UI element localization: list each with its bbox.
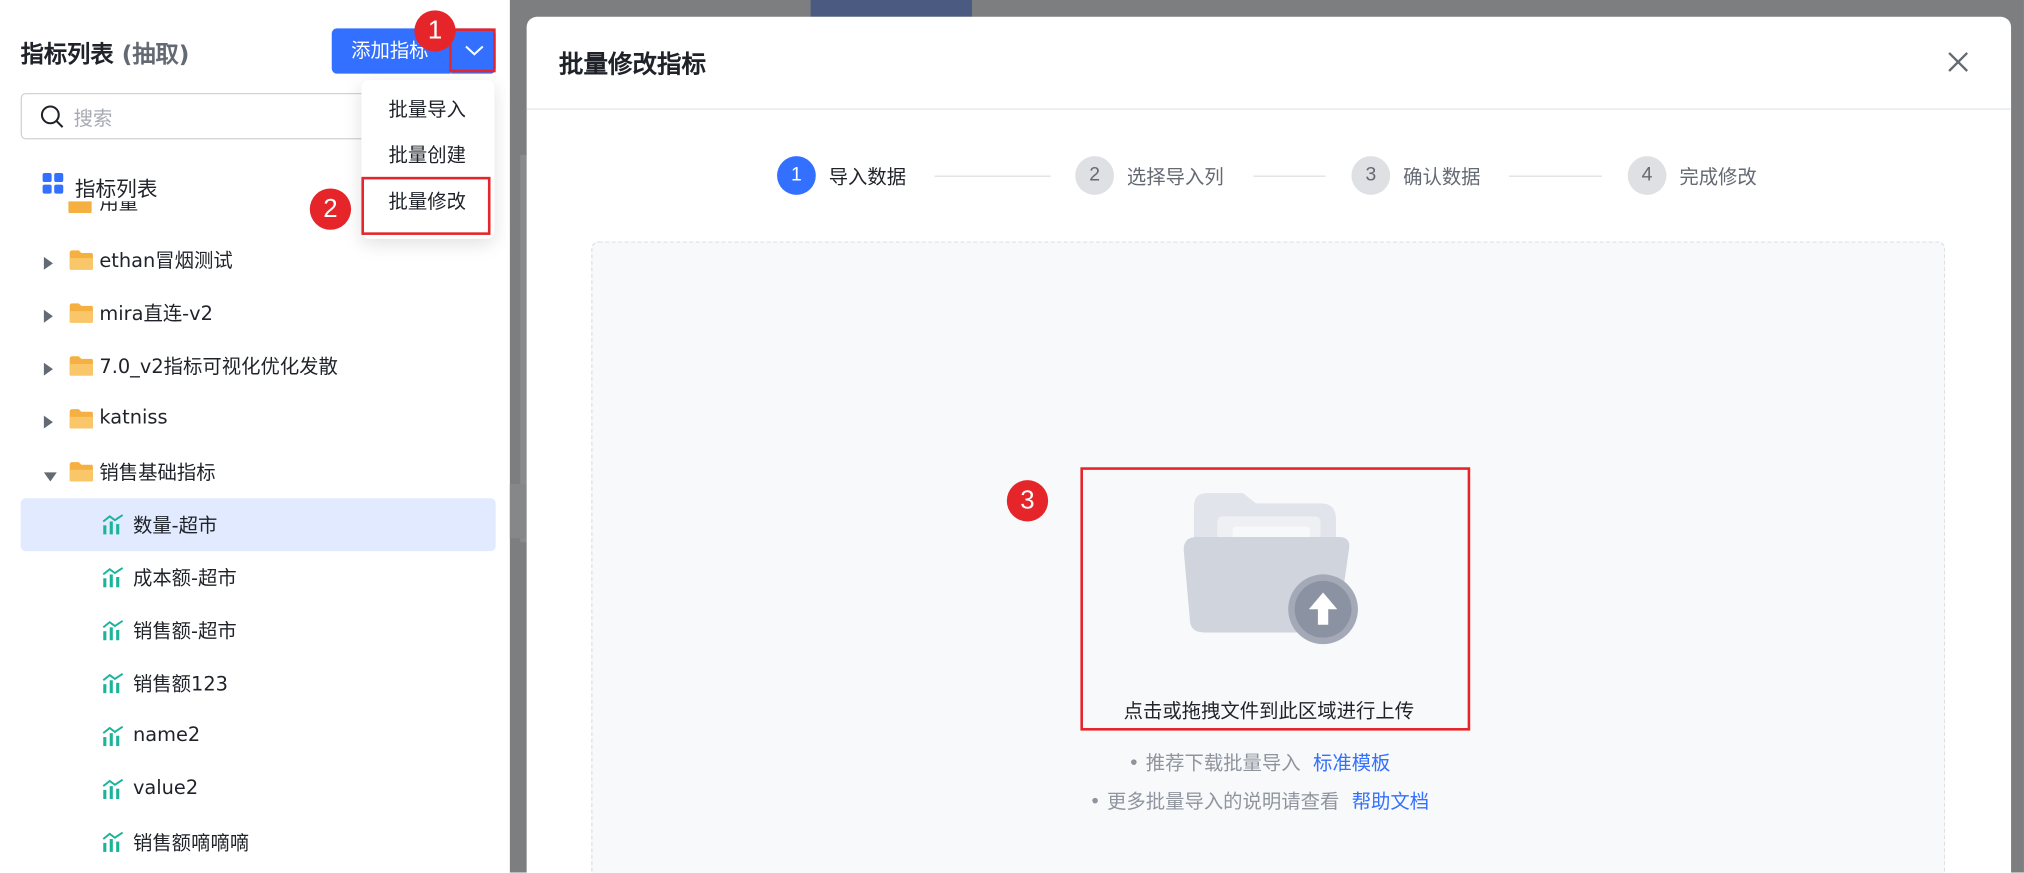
tree-metric-row[interactable]: 销售额123: [21, 657, 496, 710]
folder-icon: [68, 355, 94, 382]
metric-chart-icon: [102, 725, 125, 752]
grid-apps-icon: [42, 172, 64, 194]
metric-chart-icon: [102, 778, 125, 805]
step-1-label: 导入数据: [828, 165, 907, 189]
menu-item-batch-create[interactable]: 批量创建: [389, 141, 466, 168]
upload-instruction: 点击或拖拽文件到此区域进行上传: [1123, 699, 1415, 723]
tip-template: • 推荐下载批量导入 标准模板: [1128, 751, 1391, 775]
close-icon[interactable]: [1947, 50, 1970, 73]
metric-label: 数量-超市: [132, 513, 218, 537]
dialog-title: 批量修改指标: [558, 50, 707, 79]
tree-metric-row[interactable]: 成本额-超市: [21, 551, 496, 604]
annotation-box-2: [361, 176, 491, 235]
tree-metric-row[interactable]: 销售额-超市: [21, 604, 496, 657]
folder-label: 销售基础指标: [99, 460, 216, 485]
metric-chart-icon: [102, 620, 125, 647]
tip-help: • 更多批量导入的说明请查看 帮助文档: [1089, 789, 1430, 814]
tree-metric-row[interactable]: 销售额嘀嘀嘀: [21, 816, 496, 869]
search-placeholder: 搜索: [73, 107, 113, 131]
background-app-fragment: [509, 484, 527, 539]
folder-label: katniss: [99, 405, 168, 429]
help-doc-link[interactable]: 帮助文档: [1352, 790, 1429, 813]
metric-label: 销售额123: [132, 672, 229, 696]
metric-chart-icon: [102, 672, 125, 700]
tree-root-label[interactable]: 指标列表: [75, 172, 158, 203]
metric-chart-icon: [102, 831, 125, 858]
caret-right-icon[interactable]: [43, 410, 55, 435]
caret-right-icon[interactable]: [43, 305, 55, 330]
tree-metric-row[interactable]: value2: [21, 763, 496, 816]
step-4-label: 完成修改: [1679, 165, 1757, 189]
annotation-badge-2: 2: [309, 188, 352, 230]
folder-label: mira直连-v2: [99, 302, 213, 326]
tree-folder-row[interactable]: ethan冒烟测试: [21, 234, 496, 287]
folder-icon: [68, 408, 94, 435]
folder-icon: [68, 461, 94, 488]
search-input[interactable]: 搜索: [20, 92, 383, 140]
annotation-badge-1: 1: [414, 10, 456, 52]
step-4-circle: 4: [1627, 156, 1667, 195]
metric-label: 销售额-超市: [132, 619, 237, 643]
batch-modify-dialog: 批量修改指标 1 导入数据 2 选择导入列 3 确认数据 4 完成修改 点击或拖…: [526, 16, 2012, 873]
tree-folder-row[interactable]: katniss: [21, 392, 496, 445]
metric-label: 销售额嘀嘀嘀: [132, 831, 250, 855]
panel-title: 指标列表 (抽取): [20, 41, 190, 69]
tree-folder-row[interactable]: 销售基础指标: [21, 445, 496, 498]
panel-title-suffix: (抽取): [121, 41, 190, 69]
clipped-row-label: 用量: [99, 201, 139, 215]
caret-right-icon[interactable]: [43, 358, 55, 383]
step-3-circle: 3: [1351, 156, 1391, 195]
step-2-label: 选择导入列: [1126, 165, 1224, 189]
folder-label: 7.0_v2指标可视化优化发散: [99, 354, 338, 379]
step-connector: [1508, 175, 1602, 177]
annotation-box-1: [449, 28, 496, 73]
background-app-fragment: [810, 0, 972, 17]
metric-chart-icon: [102, 567, 125, 594]
annotation-badge-3: 3: [1006, 480, 1049, 522]
caret-down-icon[interactable]: [43, 463, 58, 488]
metric-list-panel: 指标列表 (抽取) 添加指标 搜索 批量导入 批量创建 批量修改 指标列表 用量…: [0, 0, 510, 873]
step-2-circle: 2: [1075, 156, 1114, 195]
tree-folder-row[interactable]: 7.0_v2指标可视化优化发散: [21, 339, 496, 392]
folder-icon: [68, 249, 94, 276]
caret-right-icon[interactable]: [43, 252, 55, 277]
clipped-tree-row: 用量: [67, 201, 222, 219]
step-3-label: 确认数据: [1403, 165, 1481, 189]
folder-icon: [68, 302, 94, 329]
metric-chart-icon: [102, 514, 125, 541]
step-1-circle: 1: [777, 156, 816, 195]
folder-icon: [68, 201, 92, 213]
search-icon: [40, 105, 64, 128]
step-connector: [1253, 175, 1326, 177]
standard-template-link[interactable]: 标准模板: [1313, 751, 1390, 774]
tree-metric-row[interactable]: name2: [21, 710, 496, 763]
metric-label: value2: [132, 775, 199, 800]
metric-label: name2: [132, 722, 201, 747]
step-connector: [934, 175, 1051, 177]
tree-folder-row[interactable]: mira直连-v2: [21, 287, 496, 340]
metric-label: 成本额-超市: [132, 566, 237, 590]
folder-label: ethan冒烟测试: [99, 249, 233, 273]
menu-item-batch-import[interactable]: 批量导入: [389, 96, 466, 123]
folder-upload-icon[interactable]: [1179, 488, 1360, 649]
tree-metric-row[interactable]: 数量-超市: [20, 498, 496, 552]
dialog-header-divider: [526, 108, 2012, 110]
